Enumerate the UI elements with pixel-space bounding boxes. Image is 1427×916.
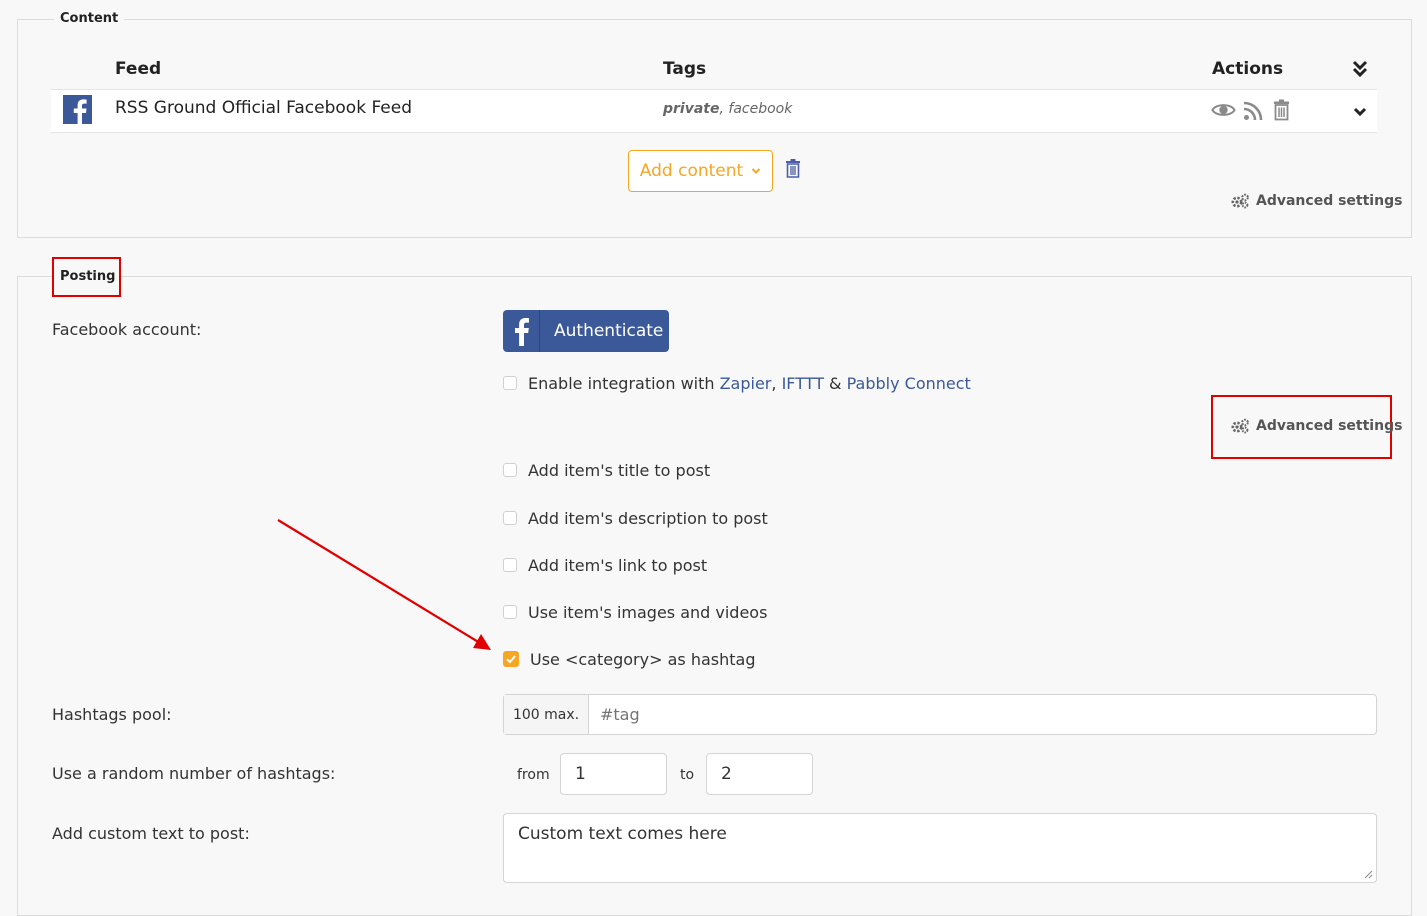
option-images-checkbox[interactable] — [503, 605, 517, 619]
posting-highlight-box — [52, 257, 121, 297]
tag-private: private — [663, 101, 720, 117]
tags-column-header: Tags — [663, 59, 707, 79]
ifttt-link[interactable]: IFTTT — [782, 374, 824, 393]
hashtags-input[interactable] — [589, 695, 1376, 734]
option-description-checkbox[interactable] — [503, 511, 517, 525]
facebook-icon — [63, 95, 92, 124]
integration-amp: & — [823, 373, 847, 393]
authenticate-label: Authenticate — [554, 321, 664, 341]
chevron-down-icon[interactable] — [1353, 103, 1367, 122]
hashtags-pool-field: 100 max. — [503, 694, 1377, 735]
option-description[interactable]: Add item's description to post — [503, 508, 768, 528]
option-link[interactable]: Add item's link to post — [503, 555, 707, 575]
hashtags-max-addon: 100 max. — [504, 695, 589, 734]
hashtags-max-label: 100 max. — [512, 706, 580, 723]
option-category-hashtag[interactable]: Use <category> as hashtag — [503, 649, 755, 669]
option-category-hashtag-label: Use <category> as hashtag — [530, 649, 756, 669]
zapier-link[interactable]: Zapier — [720, 374, 772, 393]
feed-column-header: Feed — [115, 59, 162, 79]
gears-icon — [1231, 193, 1249, 209]
integration-option[interactable]: Enable integration with Zapier, IFTTT & … — [503, 373, 971, 393]
option-title[interactable]: Add item's title to post — [503, 460, 710, 480]
pabbly-link[interactable]: Pabbly Connect — [847, 374, 971, 393]
feed-tags: private, facebook — [663, 101, 792, 117]
option-images[interactable]: Use item's images and videos — [503, 602, 767, 622]
table-row: RSS Ground Official Facebook Feed privat… — [51, 89, 1377, 133]
from-number-input[interactable]: 1 — [560, 753, 667, 795]
custom-text-value: Custom text comes here — [518, 824, 727, 844]
content-advanced-settings-link[interactable]: Advanced settings — [1230, 193, 1402, 209]
posting-advanced-settings-link[interactable]: Advanced settings — [1230, 418, 1402, 434]
facebook-icon — [503, 310, 540, 352]
option-description-label: Add item's description to post — [528, 508, 768, 528]
custom-text-textarea[interactable]: Custom text comes here — [503, 813, 1377, 883]
facebook-account-label: Facebook account: — [52, 320, 202, 339]
delete-content-icon[interactable] — [785, 159, 801, 182]
content-legend: Content — [54, 11, 125, 26]
to-label: to — [680, 767, 695, 783]
hashtags-pool-label: Hashtags pool: — [52, 705, 172, 724]
integration-prefix: Enable integration with — [528, 373, 720, 393]
option-link-label: Add item's link to post — [528, 555, 708, 575]
gears-icon — [1231, 418, 1249, 434]
option-title-checkbox[interactable] — [503, 463, 517, 477]
feed-name[interactable]: RSS Ground Official Facebook Feed — [115, 98, 412, 118]
advanced-settings-label: Advanced settings — [1256, 193, 1403, 209]
integration-checkbox[interactable] — [503, 376, 517, 390]
integration-label: Enable integration with Zapier, IFTTT & … — [528, 374, 971, 393]
to-value: 2 — [721, 764, 732, 784]
option-link-checkbox[interactable] — [503, 558, 517, 572]
rss-icon[interactable] — [1243, 101, 1263, 125]
add-content-button[interactable]: Add content — [628, 150, 773, 192]
from-label: from — [517, 767, 550, 783]
resize-handle-icon[interactable] — [1363, 869, 1373, 879]
advanced-settings-label: Advanced settings — [1256, 418, 1403, 434]
chevron-down-icon — [751, 168, 761, 174]
integration-comma: , — [771, 373, 782, 393]
eye-icon[interactable] — [1211, 100, 1236, 124]
custom-text-label: Add custom text to post: — [52, 824, 250, 843]
option-category-hashtag-checkbox[interactable] — [503, 651, 519, 667]
random-hashtags-label: Use a random number of hashtags: — [52, 764, 336, 783]
actions-column-header: Actions — [1212, 59, 1284, 79]
option-images-label: Use item's images and videos — [528, 602, 768, 622]
trash-icon[interactable] — [1272, 99, 1291, 125]
option-title-label: Add item's title to post — [528, 460, 711, 480]
tag-facebook: facebook — [728, 101, 793, 117]
add-content-label: Add content — [639, 161, 744, 181]
expand-all-icon[interactable] — [1352, 60, 1368, 78]
authenticate-button[interactable]: Authenticate — [503, 310, 669, 352]
to-number-input[interactable]: 2 — [706, 753, 813, 795]
from-value: 1 — [575, 764, 586, 784]
annotation-arrow — [277, 519, 491, 650]
checkmark-icon — [506, 655, 516, 664]
